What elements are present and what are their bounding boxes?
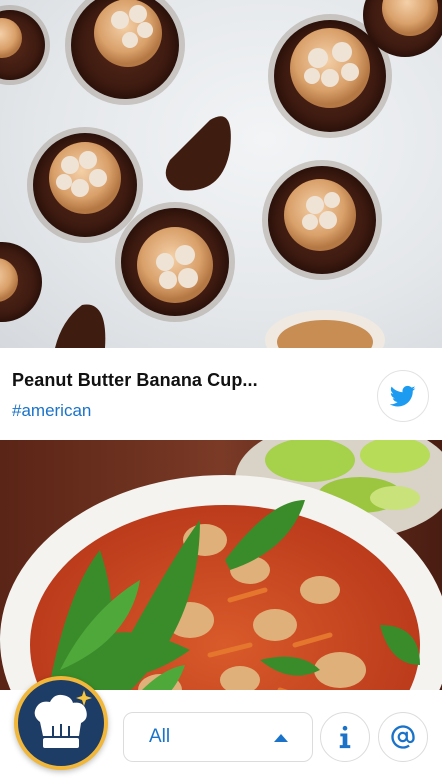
logo-button[interactable] [14,676,108,770]
recipe-title[interactable]: Peanut Butter Banana Cup... [12,370,258,391]
info-icon [339,725,351,749]
cuisine-filter-select[interactable]: All [123,712,313,762]
twitter-share-button[interactable] [377,370,429,422]
recipe-card-info: Peanut Butter Banana Cup... #american [0,348,442,440]
bottom-bar: All [0,676,442,784]
recipe-image-cupcakes[interactable] [0,0,442,348]
contact-button[interactable] [378,712,428,762]
info-button[interactable] [320,712,370,762]
cupcakes-photo [0,0,442,348]
at-icon [391,725,415,749]
chef-hat-icon [34,690,92,748]
filter-selected-value: All [149,726,171,747]
recipe-tag-link[interactable]: #american [12,401,91,421]
caret-up-icon [274,734,288,742]
twitter-icon [390,385,416,407]
recipe-feed: Peanut Butter Banana Cup... #american Al… [0,0,442,784]
